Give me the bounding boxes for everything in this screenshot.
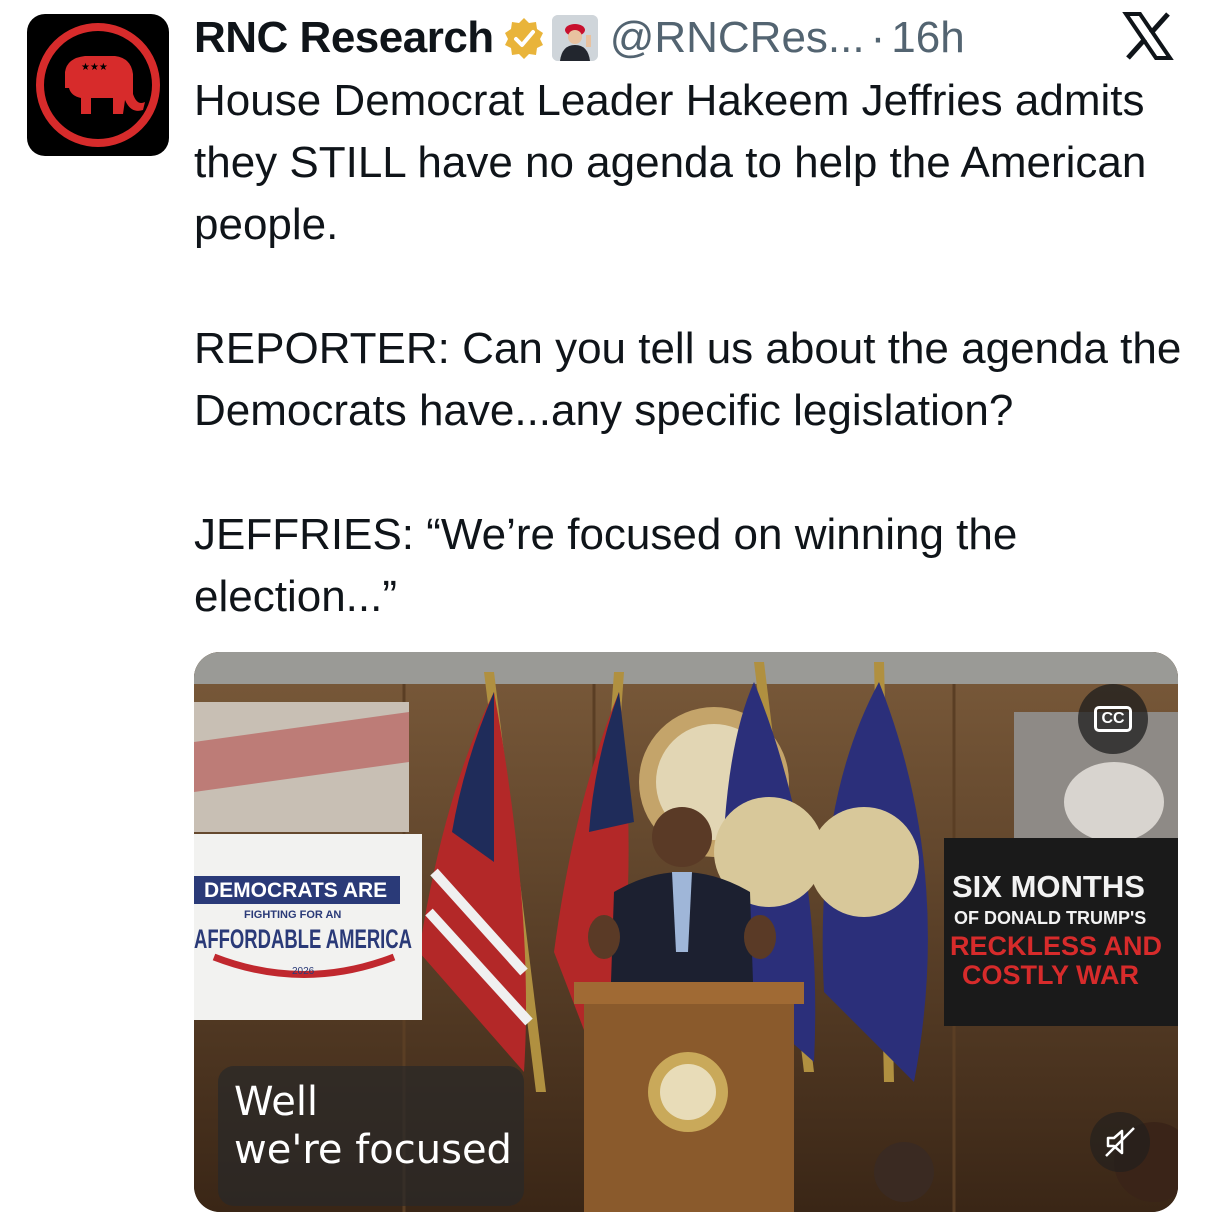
right-sign: SIX MONTHS OF DONALD TRUMP'S RECKLESS AN… bbox=[944, 838, 1178, 1026]
svg-text:★★★: ★★★ bbox=[81, 62, 108, 73]
caption-line-2: we're focused bbox=[234, 1127, 512, 1173]
video-caption: Well we're focused bbox=[218, 1066, 524, 1206]
video-player[interactable]: DEMOCRATS ARE FIGHTING FOR AN AFFORDABLE… bbox=[194, 652, 1178, 1212]
left-sign-line3: AFFORDABLE AMERICA bbox=[194, 924, 412, 954]
rnc-elephant-logo-icon: ★★★ bbox=[36, 23, 160, 147]
x-logo-icon bbox=[1122, 12, 1174, 60]
closed-captions-button[interactable]: CC bbox=[1078, 684, 1148, 754]
mute-button[interactable] bbox=[1090, 1112, 1150, 1172]
verified-badge-icon[interactable] bbox=[502, 16, 546, 60]
tweet-text: House Democrat Leader Hakeem Jeffries ad… bbox=[194, 76, 1182, 621]
account-avatar[interactable]: ★★★ bbox=[27, 14, 169, 156]
timestamp[interactable]: 16h bbox=[891, 13, 964, 63]
right-sign-line3: RECKLESS AND bbox=[950, 931, 1162, 961]
display-name[interactable]: RNC Research bbox=[194, 13, 494, 63]
account-handle[interactable]: @RNCRes... bbox=[610, 13, 865, 63]
podium bbox=[574, 982, 804, 1212]
left-sign-line4: 2026 bbox=[292, 966, 315, 977]
right-sign-line4: COSTLY WAR bbox=[962, 960, 1139, 990]
affiliate-avatar-icon[interactable] bbox=[551, 15, 598, 61]
left-sign-line1: DEMOCRATS ARE bbox=[204, 879, 387, 902]
right-sign-line1: SIX MONTHS bbox=[952, 869, 1145, 904]
right-sign-line2: OF DONALD TRUMP'S bbox=[954, 908, 1146, 928]
separator-dot: · bbox=[870, 13, 886, 62]
speaker-muted-icon bbox=[1105, 1127, 1135, 1157]
tweet-header: RNC Research @RNCRes... · 16h bbox=[194, 10, 965, 66]
left-sign: DEMOCRATS ARE FIGHTING FOR AN AFFORDABLE… bbox=[194, 834, 422, 1020]
left-sign-line2: FIGHTING FOR AN bbox=[244, 909, 341, 921]
caption-line-1: Well bbox=[234, 1079, 319, 1125]
cc-icon: CC bbox=[1094, 706, 1132, 732]
